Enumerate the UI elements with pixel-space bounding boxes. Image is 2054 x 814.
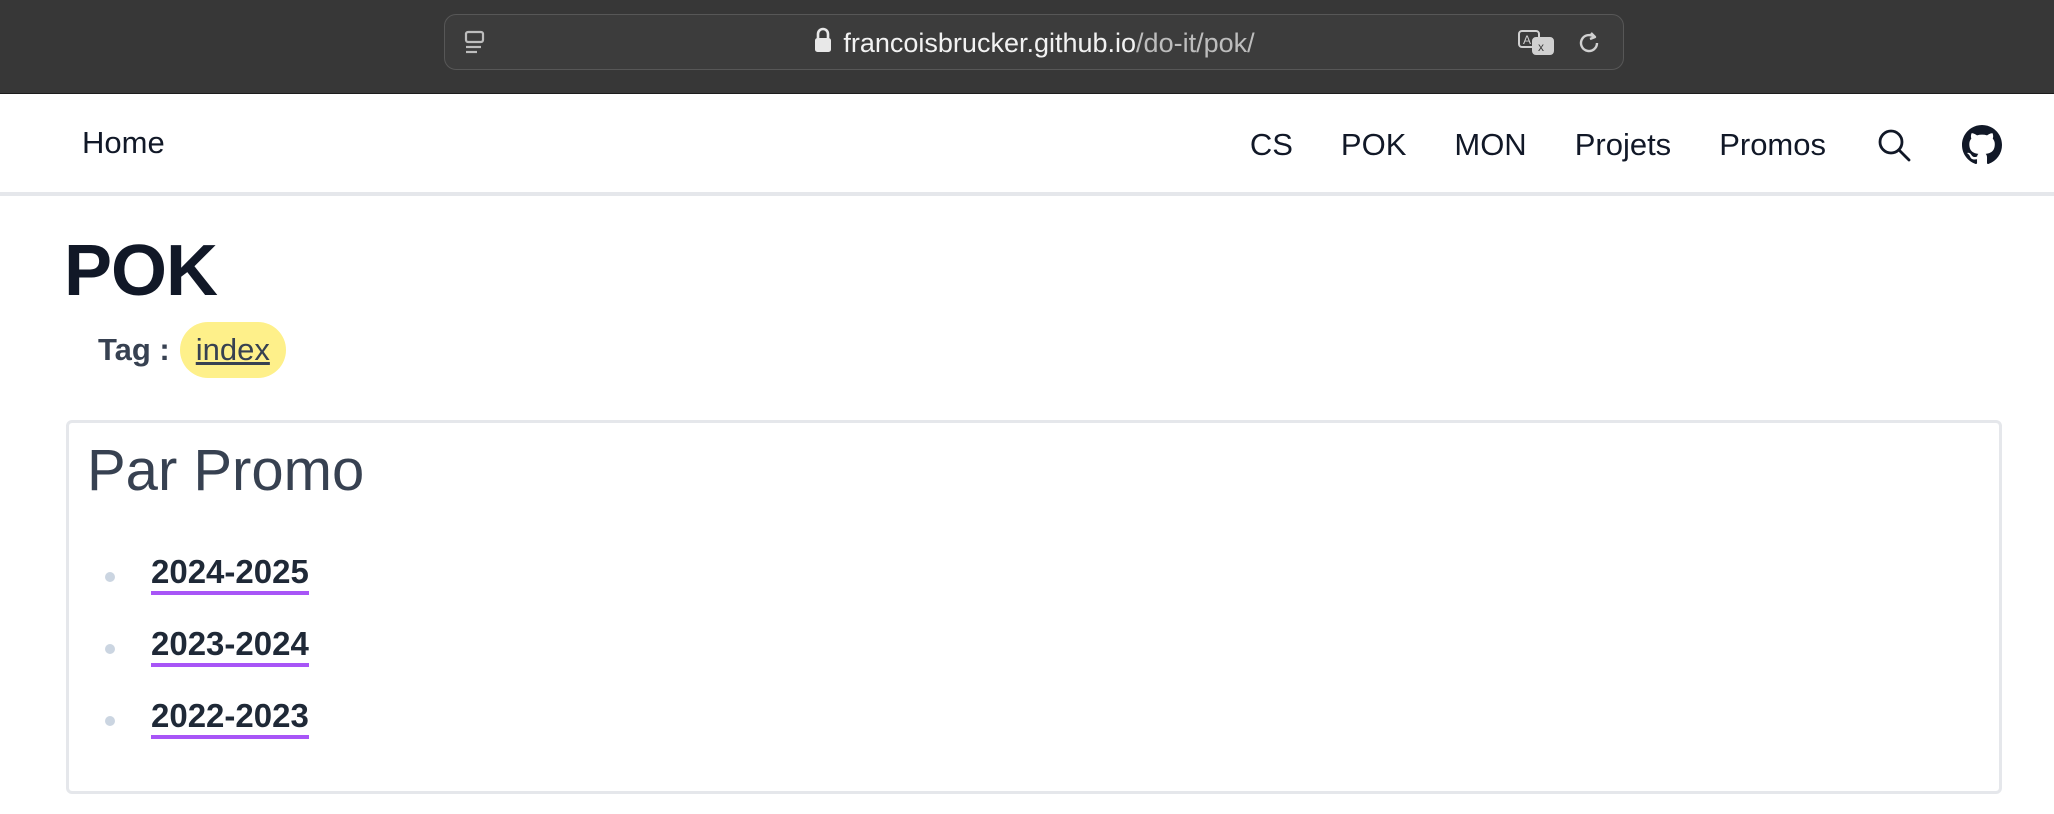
reload-icon[interactable] [1575,29,1603,57]
url-host: francoisbrucker.github.io [843,27,1137,58]
nav-link-cs[interactable]: CS [1250,127,1293,163]
lock-icon [813,27,833,60]
svg-text:x: x [1538,40,1544,54]
site-navbar: Home CS POK MON Projets Promos [0,95,2054,196]
tag-badge-index[interactable]: index [179,322,286,378]
card-title: Par Promo [87,438,365,503]
nav-home-link[interactable]: Home [82,125,165,161]
tag-label: Tag : [98,332,170,367]
github-icon[interactable] [1962,125,2002,165]
promo-link-2024-2025[interactable]: 2024-2025 [151,553,309,595]
browser-toolbar: francoisbrucker.github.io/do-it/pok/ A x [0,0,2054,94]
nav-links: CS POK MON Projets Promos [1250,117,2002,173]
bullet-icon [105,716,115,726]
nav-link-projets[interactable]: Projets [1575,127,1671,163]
address-bar[interactable]: francoisbrucker.github.io/do-it/pok/ A x [444,14,1624,70]
bullet-icon [105,644,115,654]
url-path: /do-it/pok/ [1136,27,1255,58]
nav-link-mon[interactable]: MON [1454,127,1526,163]
search-icon[interactable] [1874,125,1914,165]
translate-icon[interactable]: A x [1517,28,1557,58]
url-display[interactable]: francoisbrucker.github.io/do-it/pok/ [445,15,1623,71]
nav-link-pok[interactable]: POK [1341,127,1406,163]
promo-link-2023-2024[interactable]: 2023-2024 [151,625,309,667]
par-promo-card: Par Promo 2024-2025 2023-2024 2022-2023 [66,420,2002,794]
promo-link-2022-2023[interactable]: 2022-2023 [151,697,309,739]
nav-link-promos[interactable]: Promos [1719,127,1826,163]
tag-line: Tag : index [98,322,286,378]
page-title: POK [64,231,218,311]
bullet-icon [105,572,115,582]
svg-text:A: A [1523,33,1531,47]
